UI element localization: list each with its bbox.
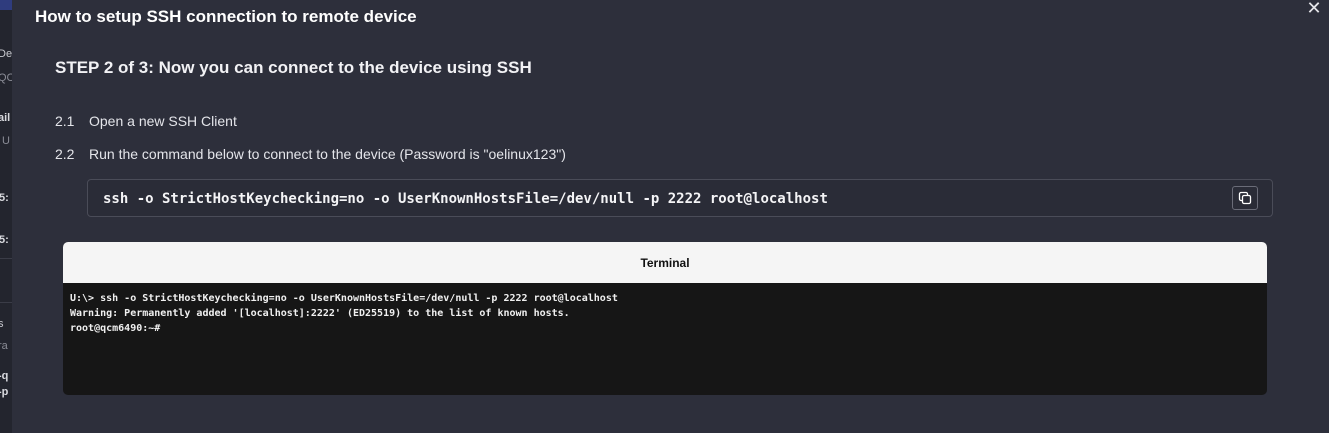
background-page: De QC ail U 5: 5: s ra -q -p [0,0,12,433]
background-text: 5: [0,234,9,246]
ssh-setup-modal: How to setup SSH connection to remote de… [12,0,1329,433]
background-divider [0,258,12,259]
step-item: 2.1 Open a new SSH Client [55,113,237,129]
command-box: ssh -o StrictHostKeychecking=no -o UserK… [87,179,1273,217]
terminal-title: Terminal [640,255,690,270]
background-divider [0,302,12,303]
step-item: 2.2 Run the command below to connect to t… [55,146,566,162]
ssh-command[interactable]: ssh -o StrictHostKeychecking=no -o UserK… [103,191,828,207]
terminal-output: U:\> ssh -o StrictHostKeychecking=no -o … [63,283,1267,344]
background-text: QC [0,72,12,84]
step-text: Open a new SSH Client [89,113,237,129]
terminal-prompt: root@qcm6490:~# [70,323,161,334]
background-text: 5: [0,192,9,204]
terminal-window: Terminal U:\> ssh -o StrictHostKeychecki… [63,242,1267,395]
modal-title: How to setup SSH connection to remote de… [35,7,417,26]
step-number: 2.1 [55,113,75,129]
background-text: -q [0,370,9,382]
background-text: ail [0,112,11,124]
background-text: -p [0,386,9,398]
step-title: STEP 2 of 3: Now you can connect to the … [55,58,532,77]
terminal-header: Terminal [63,242,1267,283]
background-text: De [0,48,12,60]
terminal-line: Warning: Permanently added '[localhost]:… [70,308,570,319]
copy-icon [1238,191,1252,205]
close-button[interactable]: ✕ [1306,0,1322,18]
terminal-line: U:\> ssh -o StrictHostKeychecking=no -o … [70,293,618,304]
step-number: 2.2 [55,146,75,162]
close-icon: ✕ [1306,0,1322,18]
background-text: s [0,318,4,330]
background-accent [0,0,12,10]
step-text: Run the command below to connect to the … [89,146,566,162]
background-text: ra [0,340,8,352]
background-text: U [2,135,10,147]
copy-button[interactable] [1232,186,1258,210]
